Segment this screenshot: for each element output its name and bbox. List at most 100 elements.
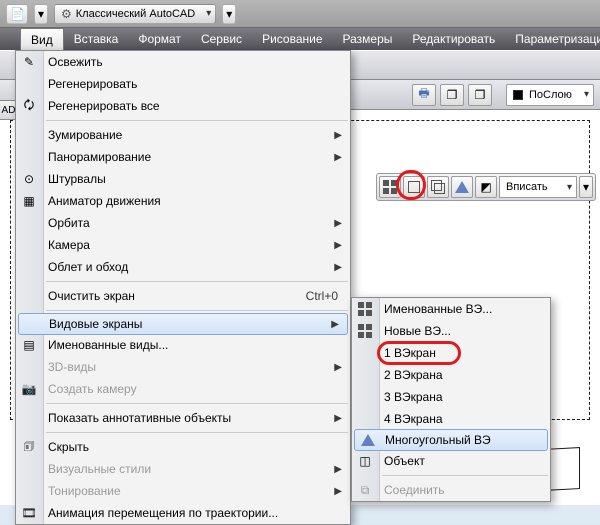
named-vp-icon xyxy=(383,180,397,194)
bylayer-combo[interactable]: ПоСлою xyxy=(506,84,594,106)
mi-steering[interactable]: ⊙Штурвалы xyxy=(16,168,350,190)
separator xyxy=(46,120,348,121)
vp-btn-extra[interactable]: ▾ xyxy=(579,176,593,198)
smi-2vp[interactable]: 2 ВЭкрана xyxy=(352,364,550,386)
mi-named-views[interactable]: ▤Именованные виды... xyxy=(16,334,350,356)
vp-btn-two[interactable] xyxy=(427,176,449,198)
layer-button-1[interactable]: 🖶 xyxy=(412,84,436,106)
submenu-arrow-icon: ▶ xyxy=(334,486,342,497)
smi-3vp[interactable]: 3 ВЭкрана xyxy=(352,386,550,408)
mi-cleanscreen[interactable]: Очистить экранCtrl+0 xyxy=(16,285,350,307)
steering-icon: ⊙ xyxy=(21,171,37,187)
vp-scale-label: Вписать xyxy=(506,181,548,193)
poly-vp-icon xyxy=(455,181,469,193)
smi-object[interactable]: ◫Объект xyxy=(352,450,550,472)
mi-anno[interactable]: Показать аннотативные объекты▶ xyxy=(16,407,350,429)
mi-hide[interactable]: 🗊Скрыть xyxy=(16,436,350,458)
menu-modify[interactable]: Редактировать xyxy=(402,28,505,50)
smi-1vp[interactable]: 1 ВЭкран xyxy=(352,342,550,364)
printer-icon: 🖶 xyxy=(418,84,429,105)
menu-draw[interactable]: Рисование xyxy=(252,28,332,50)
menu-bar: Вид Вставка Формат Сервис Рисование Разм… xyxy=(0,28,600,50)
submenu-arrow-icon: ▶ xyxy=(334,240,342,251)
menu-service[interactable]: Сервис xyxy=(191,28,252,50)
menu-format[interactable]: Формат xyxy=(128,28,191,50)
workspace-switcher[interactable]: ⚙ Классический AutoCAD xyxy=(54,4,216,24)
submenu-arrow-icon: ▶ xyxy=(334,152,342,163)
viewports-toolbar: ◩ Вписать ▾ xyxy=(376,173,596,201)
separator xyxy=(46,403,348,404)
smi-join[interactable]: ⧉Соединить xyxy=(352,479,550,501)
smi-new[interactable]: Новые ВЭ... xyxy=(352,320,550,342)
mi-regen[interactable]: Регенерировать xyxy=(16,73,350,95)
layers-icon-2: ❐ xyxy=(475,88,486,102)
qat-button-1[interactable]: 📄 xyxy=(6,4,28,24)
separator xyxy=(46,310,348,311)
mi-render[interactable]: Тонирование▶ xyxy=(16,480,350,502)
mi-camera[interactable]: Камера▶ xyxy=(16,234,350,256)
named-vp-icon xyxy=(357,301,373,317)
object-vp-icon: ◫ xyxy=(357,453,373,469)
vp-btn-named[interactable] xyxy=(379,176,401,198)
submenu-arrow-icon: ▶ xyxy=(334,464,342,475)
smi-poly[interactable]: Многоугольный ВЭ xyxy=(354,429,548,451)
new-vp-icon xyxy=(357,323,373,339)
mi-regen-all[interactable]: 🗘Регенерировать все xyxy=(16,95,350,117)
view-dropdown-menu: ✎Освежить Регенерировать 🗘Регенерировать… xyxy=(15,50,351,525)
bylayer-label: ПоСлою xyxy=(529,89,572,101)
menu-insert[interactable]: Вставка xyxy=(64,28,129,50)
workspace-label: Классический AutoCAD xyxy=(76,8,195,20)
two-vp-icon xyxy=(431,180,445,194)
layers-icon: ❐ xyxy=(447,88,458,102)
doc-icon: 📄 xyxy=(10,7,24,21)
qat-dropdown-2[interactable]: ▾ xyxy=(222,4,236,24)
named-views-icon: ▤ xyxy=(21,337,37,353)
mi-pan[interactable]: Панорамирование▶ xyxy=(16,146,350,168)
showmotion-icon: ▦ xyxy=(21,193,37,209)
separator xyxy=(46,432,348,433)
submenu-arrow-icon: ▶ xyxy=(334,262,342,273)
viewports-submenu: Именованные ВЭ... Новые ВЭ... 1 ВЭкран 2… xyxy=(351,297,551,502)
smi-named[interactable]: Именованные ВЭ... xyxy=(352,298,550,320)
mi-refresh[interactable]: ✎Освежить xyxy=(16,51,350,73)
camera-icon: 📷 xyxy=(21,381,37,397)
vp-btn-clip[interactable]: ◩ xyxy=(475,176,497,198)
layer-button-2[interactable]: ❐ xyxy=(440,84,464,106)
mi-viewports[interactable]: Видовые экраны▶ xyxy=(18,313,348,335)
motionpath-icon: 🎞 xyxy=(21,505,37,521)
color-swatch xyxy=(513,90,523,100)
submenu-arrow-icon: ▶ xyxy=(334,130,342,141)
mi-vstyles[interactable]: Визуальные стили▶ xyxy=(16,458,350,480)
mi-motion[interactable]: ▦Аниматор движения xyxy=(16,190,350,212)
menu-parametric[interactable]: Параметризация xyxy=(505,28,600,50)
shortcut-text: Ctrl+0 xyxy=(306,289,338,303)
mi-3dviews[interactable]: 3D-виды▶ xyxy=(16,356,350,378)
mi-motionpath[interactable]: 🎞Анимация перемещения по траектории... xyxy=(16,502,350,524)
mi-walkfly[interactable]: Облет и обход▶ xyxy=(16,256,350,278)
hide-icon: 🗊 xyxy=(21,439,37,455)
vp-btn-poly[interactable] xyxy=(451,176,473,198)
single-vp-icon xyxy=(408,181,420,193)
gear-icon: ⚙ xyxy=(61,7,72,21)
join-vp-icon: ⧉ xyxy=(357,482,373,498)
mi-create-camera[interactable]: 📷Создать камеру xyxy=(16,378,350,400)
menu-dimension[interactable]: Размеры xyxy=(333,28,403,50)
mi-zoom[interactable]: Зумирование▶ xyxy=(16,124,350,146)
separator xyxy=(46,281,348,282)
smi-4vp[interactable]: 4 ВЭкрана xyxy=(352,408,550,430)
submenu-arrow-icon: ▶ xyxy=(331,319,339,330)
title-bar: 📄 ▾ ⚙ Классический AutoCAD ▾ xyxy=(0,0,600,28)
menu-view[interactable]: Вид xyxy=(20,28,64,50)
layer-button-3[interactable]: ❐ xyxy=(468,84,492,106)
refresh-icon: ✎ xyxy=(21,54,37,70)
mi-orbit[interactable]: Орбита▶ xyxy=(16,212,350,234)
qat-dropdown[interactable]: ▾ xyxy=(34,4,48,24)
separator xyxy=(382,475,548,476)
regen-all-icon: 🗘 xyxy=(21,98,37,114)
vp-scale-combo[interactable]: Вписать xyxy=(499,176,577,198)
vp-btn-single[interactable] xyxy=(403,176,425,198)
submenu-arrow-icon: ▶ xyxy=(334,218,342,229)
clip-vp-icon: ◩ xyxy=(480,180,491,194)
poly-vp-icon xyxy=(360,432,376,448)
submenu-arrow-icon: ▶ xyxy=(334,362,342,373)
